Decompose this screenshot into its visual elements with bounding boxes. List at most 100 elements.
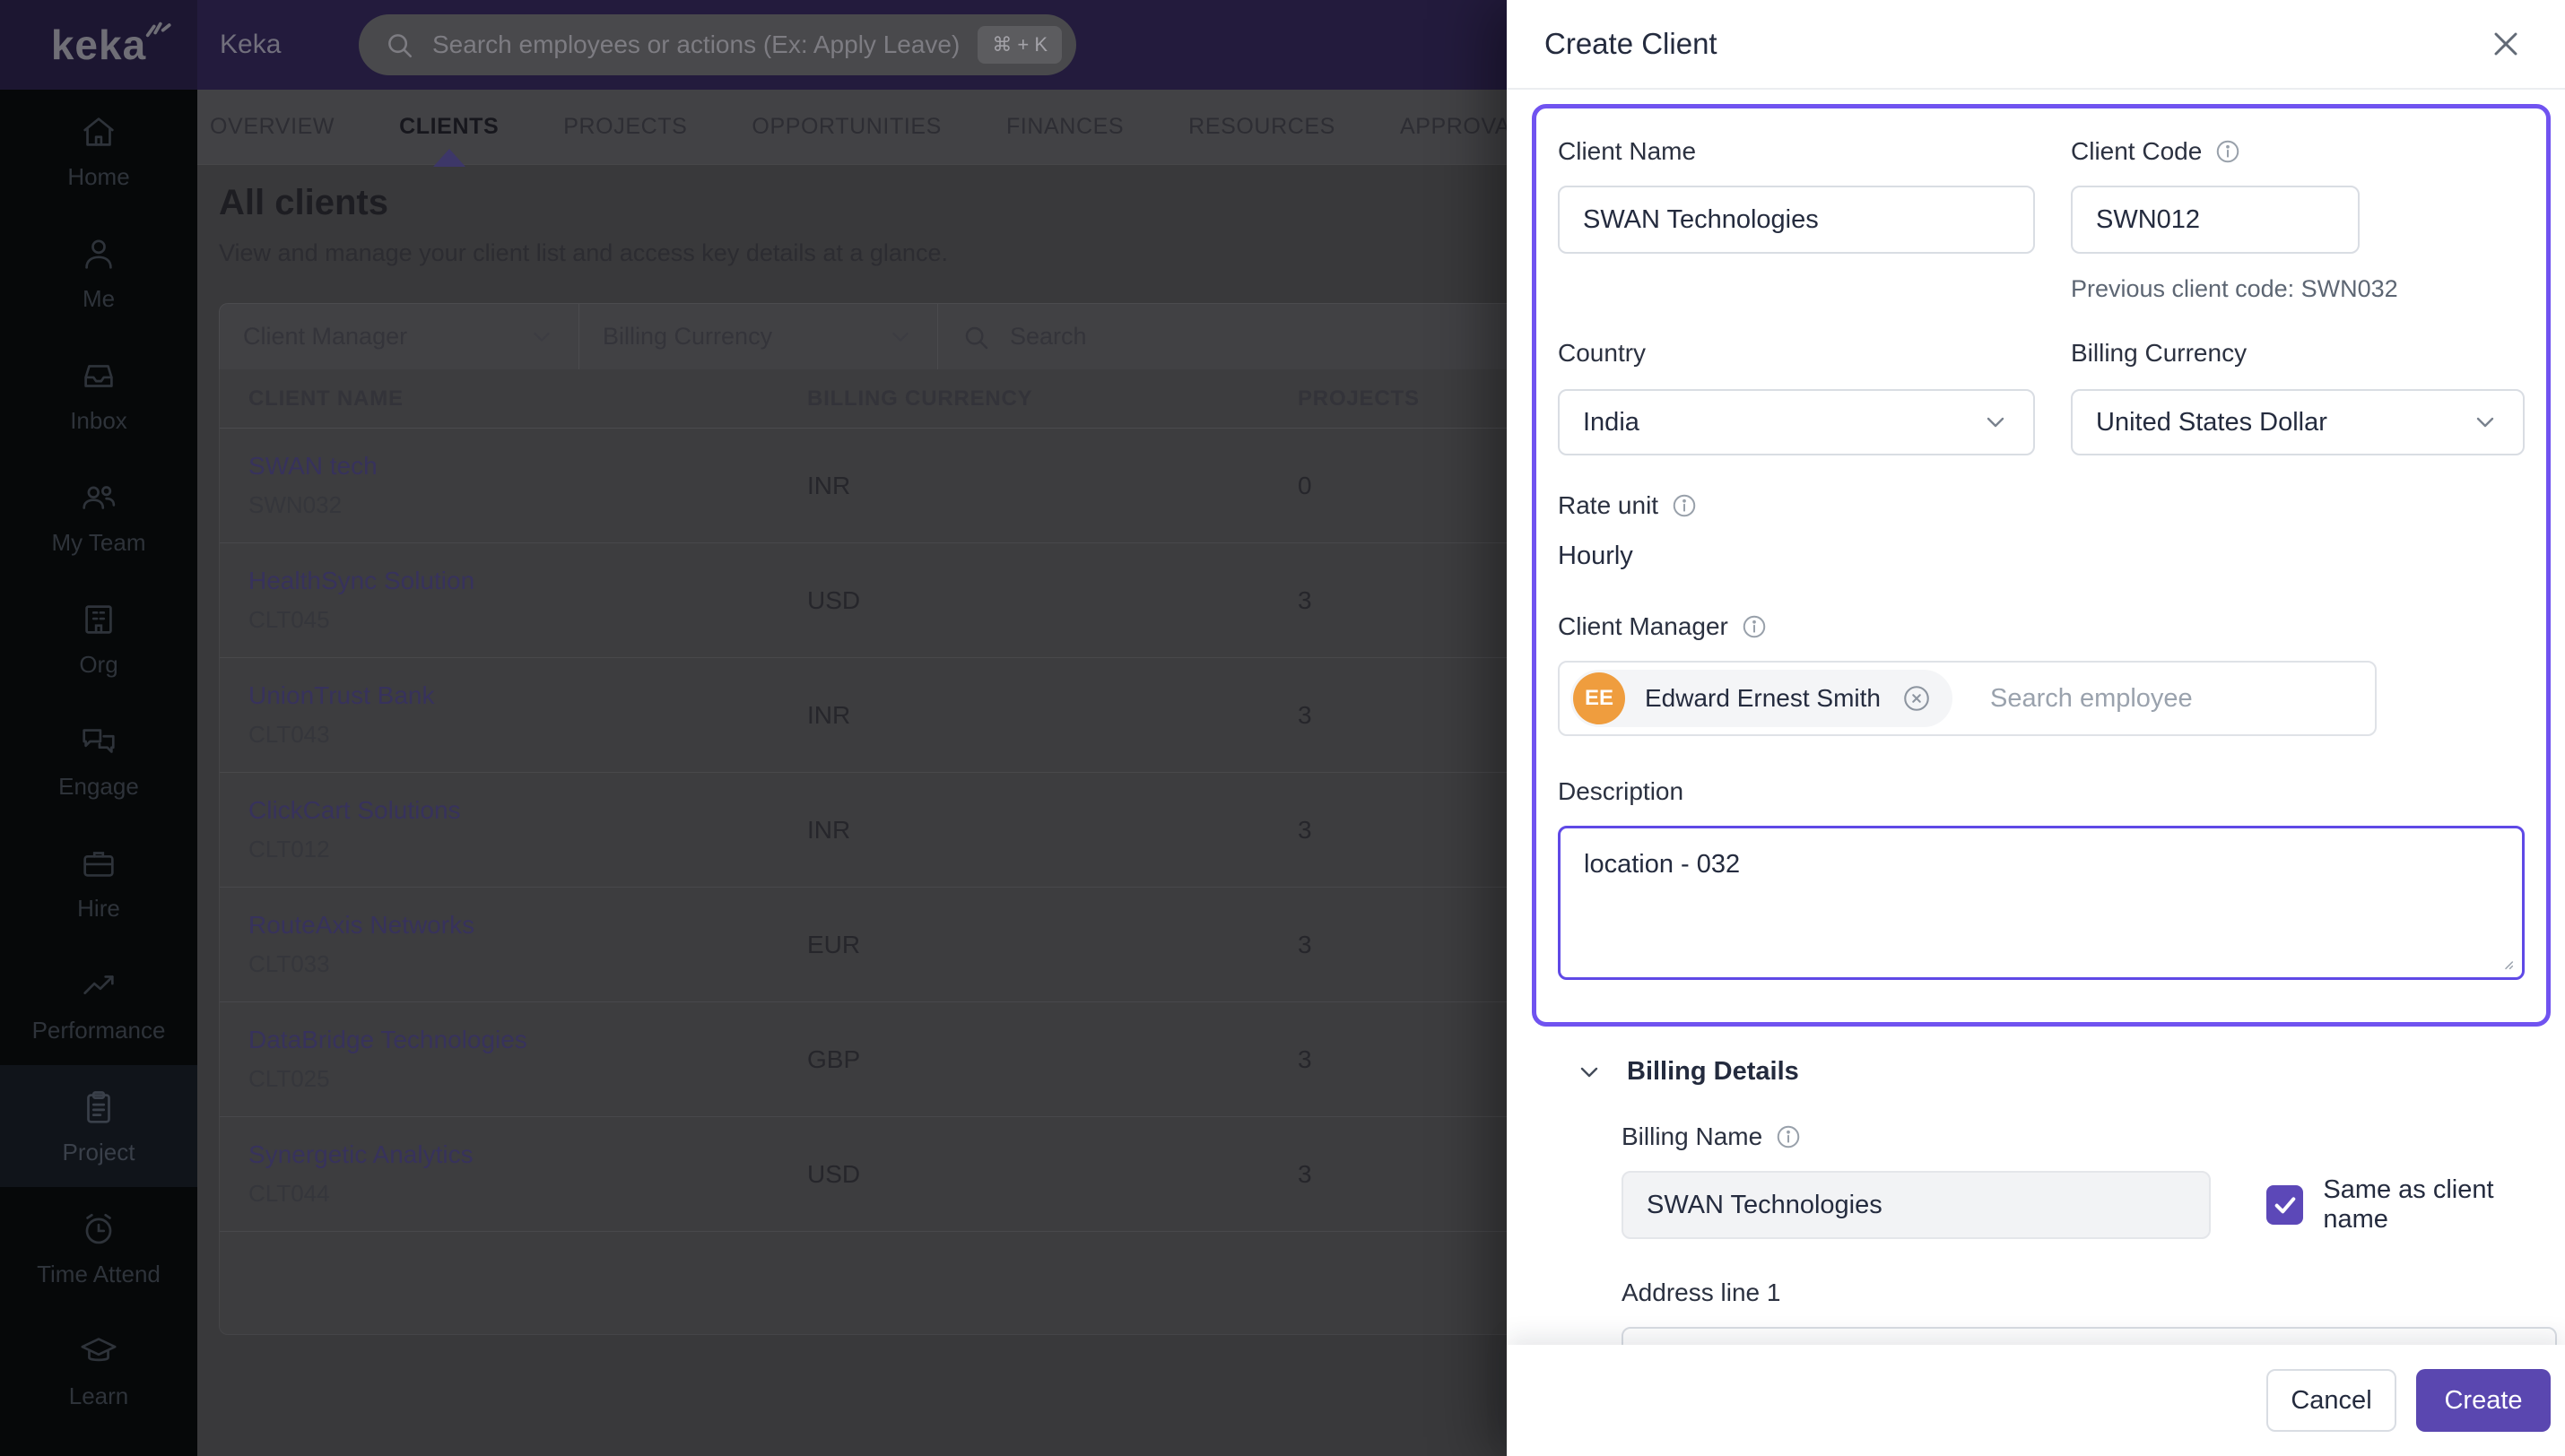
row-currency: USD	[807, 1160, 1298, 1189]
alarm-clock-icon	[78, 1209, 119, 1250]
chat-icon	[78, 721, 119, 762]
user-icon	[78, 233, 119, 274]
drawer-header: Create Client	[1507, 0, 2565, 90]
description-textarea[interactable]: location - 032	[1558, 826, 2525, 980]
active-tab-caret	[433, 149, 465, 167]
row-currency: INR	[807, 701, 1298, 730]
client-code: CLT044	[248, 1180, 807, 1208]
tab-projects[interactable]: PROJECTS	[563, 114, 687, 140]
billing-currency-select[interactable]: United States Dollar	[2071, 389, 2525, 455]
description-label: Description	[1558, 777, 2525, 806]
tab-overview[interactable]: OVERVIEW	[210, 114, 335, 140]
billing-details-heading: Billing Details	[1627, 1057, 1799, 1087]
resize-handle-icon[interactable]	[2496, 952, 2516, 972]
chevron-down-icon	[1981, 408, 2010, 437]
address-line1-input[interactable]	[1622, 1327, 2557, 1345]
sidebar-item-performance[interactable]: Performance	[0, 943, 197, 1065]
row-currency: INR	[807, 472, 1298, 500]
tab-opportunities[interactable]: OPPORTUNITIES	[752, 114, 942, 140]
chevron-down-icon	[2471, 408, 2500, 437]
trend-icon	[78, 965, 119, 1006]
search-icon	[384, 30, 414, 60]
create-client-drawer: Create Client Client Name Client Code	[1507, 0, 2565, 1456]
manager-name: Edward Ernest Smith	[1645, 684, 1881, 713]
logo-spark-icon	[143, 10, 173, 40]
sidebar-item-project[interactable]: Project	[0, 1065, 197, 1187]
info-icon[interactable]	[2214, 138, 2241, 165]
rate-unit-label: Rate unit	[1558, 491, 2525, 520]
drawer-title: Create Client	[1544, 27, 1717, 61]
client-name-link[interactable]: SWAN tech	[248, 452, 807, 481]
team-icon	[78, 477, 119, 518]
sidebar-item-inbox[interactable]: Inbox	[0, 334, 197, 455]
info-icon[interactable]	[1741, 613, 1768, 640]
client-code: SWN032	[248, 491, 807, 519]
billing-currency-filter[interactable]: Billing Currency	[579, 304, 938, 369]
col-client-name: CLIENT NAME	[220, 386, 807, 412]
selected-manager-chip: EE Edward Ernest Smith	[1570, 670, 1952, 727]
client-code-field: Client Code Previous client code: SWN032	[2071, 137, 2525, 303]
client-info-section: Client Name Client Code Previous client …	[1532, 104, 2551, 1027]
client-code: CLT012	[248, 836, 807, 863]
sidebar-item-org[interactable]: Org	[0, 577, 197, 699]
client-code-input[interactable]	[2071, 186, 2360, 254]
keka-logo-text: keka	[51, 22, 146, 68]
client-name-link[interactable]: RouteAxis Networks	[248, 911, 807, 940]
client-manager-field: Client Manager EE Edward Ernest Smith	[1558, 612, 2525, 736]
client-name-link[interactable]: DataBridge Technologies	[248, 1026, 807, 1054]
global-search[interactable]: Search employees or actions (Ex: Apply L…	[359, 14, 1076, 75]
client-manager-filter[interactable]: Client Manager	[220, 304, 579, 369]
home-icon	[78, 111, 119, 152]
sidebar-item-time-attend[interactable]: Time Attend	[0, 1187, 197, 1309]
info-icon[interactable]	[1775, 1123, 1802, 1150]
same-as-client-checkbox-group[interactable]: Same as client name	[2266, 1175, 2551, 1235]
country-select[interactable]: India	[1558, 389, 2035, 455]
sidebar-item-hire[interactable]: Hire	[0, 821, 197, 943]
country-label: Country	[1558, 339, 2035, 368]
row-currency: INR	[807, 816, 1298, 845]
inbox-icon	[78, 355, 119, 396]
client-name-input[interactable]	[1558, 186, 2035, 254]
client-name-label: Client Name	[1558, 137, 2035, 166]
billing-name-label: Billing Name	[1622, 1122, 2551, 1151]
client-name-link[interactable]: UnionTrust Bank	[248, 681, 807, 710]
billing-details-toggle[interactable]: Billing Details	[1575, 1057, 2551, 1087]
tab-finances[interactable]: FINANCES	[1006, 114, 1124, 140]
close-icon[interactable]	[2486, 24, 2526, 64]
client-name-link[interactable]: Synergetic Analytics	[248, 1140, 807, 1169]
sidebar-item-learn[interactable]: Learn	[0, 1309, 197, 1431]
billing-details-section: Billing Name Same as client name Address…	[1622, 1122, 2551, 1345]
sidebar-item-home[interactable]: Home	[0, 90, 197, 212]
client-name-field: Client Name	[1558, 137, 2035, 303]
rate-unit-field: Rate unit Hourly	[1558, 491, 2525, 571]
row-currency: GBP	[807, 1045, 1298, 1074]
sidebar-item-my-team[interactable]: My Team	[0, 455, 197, 577]
billing-name-input[interactable]	[1622, 1171, 2211, 1239]
briefcase-icon	[78, 843, 119, 884]
tab-clients[interactable]: CLIENTS	[399, 114, 499, 140]
sidebar-item-me[interactable]: Me	[0, 212, 197, 334]
logo-area: keka	[0, 0, 197, 90]
rate-unit-value: Hourly	[1558, 542, 2525, 571]
info-icon[interactable]	[1671, 492, 1698, 519]
tab-resources[interactable]: RESOURCES	[1188, 114, 1335, 140]
client-manager-input[interactable]: EE Edward Ernest Smith	[1558, 661, 2377, 736]
manager-search-input[interactable]	[1990, 684, 2364, 714]
client-manager-label: Client Manager	[1558, 612, 2525, 641]
remove-manager-icon[interactable]	[1900, 682, 1933, 715]
checkbox-checked-icon[interactable]	[2266, 1185, 2303, 1225]
row-currency: USD	[807, 586, 1298, 615]
chevron-down-icon	[887, 324, 914, 351]
search-placeholder: Search employees or actions (Ex: Apply L…	[432, 30, 960, 59]
chevron-down-icon	[1575, 1058, 1604, 1087]
client-code-label: Client Code	[2071, 137, 2525, 166]
address-line1-label: Address line 1	[1622, 1278, 2551, 1307]
create-button[interactable]: Create	[2416, 1369, 2551, 1432]
sidebar-item-engage[interactable]: Engage	[0, 699, 197, 821]
client-name-link[interactable]: HealthSync Solution	[248, 567, 807, 595]
sidebar: Home Me Inbox My Team Org Engage Hire Pe…	[0, 90, 197, 1456]
client-name-link[interactable]: ClickCart Solutions	[248, 796, 807, 825]
cancel-button[interactable]: Cancel	[2266, 1369, 2396, 1432]
clipboard-icon	[78, 1087, 119, 1128]
client-code: CLT033	[248, 950, 807, 978]
